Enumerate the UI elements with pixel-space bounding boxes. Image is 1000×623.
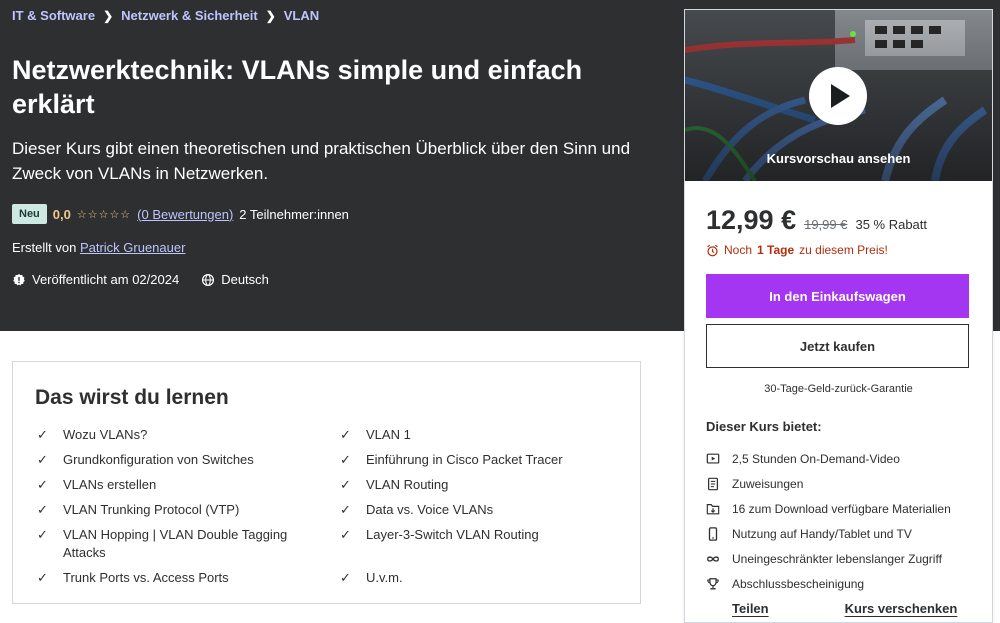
instructor-link[interactable]: Patrick Gruenauer — [80, 240, 186, 255]
published-date: Veröffentlicht am 02/2024 — [32, 272, 180, 287]
check-icon: ✓ — [37, 477, 48, 492]
check-icon: ✓ — [340, 527, 351, 542]
course-preview[interactable]: Kursvorschau ansehen — [685, 10, 992, 181]
price-row: 12,99 € 19,99 € 35 % Rabatt — [706, 205, 927, 236]
learn-item: ✓ Wozu VLANs? — [37, 427, 148, 442]
alarm-clock-icon — [707, 244, 718, 256]
star-rating-icon: ☆☆☆☆☆ — [76, 208, 132, 221]
trophy-icon — [707, 577, 719, 590]
learn-item: ✓ Einführung in Cisco Packet Tracer — [340, 452, 563, 467]
course-includes-title: Dieser Kurs bietet: — [706, 419, 822, 434]
breadcrumb-it-software[interactable]: IT & Software — [12, 8, 95, 23]
learn-item: ✓ Data vs. Voice VLANs — [340, 502, 494, 517]
learn-item: ✓ VLAN Trunking Protocol (VTP) — [37, 502, 240, 517]
check-icon: ✓ — [340, 427, 351, 442]
mobile-icon — [708, 526, 718, 541]
rating-row: Neu 0,0 ☆☆☆☆☆ (0 Bewertungen) 2 Teilnehm… — [12, 204, 349, 224]
rating-value: 0,0 — [52, 206, 71, 222]
check-icon: ✓ — [37, 527, 48, 542]
buy-now-button[interactable]: Jetzt kaufen — [706, 324, 969, 368]
original-price: 19,99 € — [804, 217, 848, 232]
video-icon — [706, 453, 720, 464]
learn-item: ✓ VLANs erstellen — [37, 477, 157, 492]
learn-item: ✓ Layer-3-Switch VLAN Routing — [340, 527, 539, 542]
breadcrumb: IT & Software ❯ Netzwerk & Sicherheit ❯ … — [12, 8, 319, 23]
assignment-icon — [708, 477, 718, 490]
play-button[interactable] — [809, 67, 867, 125]
course-title: Netzwerktechnik: VLANs simple und einfac… — [12, 55, 583, 119]
alert-badge-icon — [13, 273, 25, 286]
learn-item: ✓ Trunk Ports vs. Access Ports — [37, 570, 229, 585]
sidebar-links: Teilen Kurs verschenken — [706, 601, 976, 616]
participants-count: 2 Teilnehmer:innen — [239, 206, 349, 222]
breadcrumb-vlan[interactable]: VLAN — [284, 8, 319, 23]
money-back-guarantee: 30-Tage-Geld-zurück-Garantie — [764, 383, 913, 395]
course-includes-list: 2,5 Stunden On-Demand-Video Zuweisungen … — [706, 446, 976, 596]
ratings-link[interactable]: (0 Bewertungen) — [137, 207, 233, 222]
discount-label: 35 % Rabatt — [855, 217, 928, 232]
list-item: 16 zum Download verfügbare Materialien — [706, 496, 976, 521]
current-price: 12,99 € — [706, 205, 797, 235]
globe-icon — [202, 273, 215, 286]
course-meta: Veröffentlicht am 02/2024 Deutsch — [12, 272, 269, 287]
list-item: Uneingeschränkter lebenslanger Zugriff — [706, 546, 976, 571]
learn-item: ✓ Grundkonfiguration von Switches — [37, 452, 254, 467]
what-you-learn-title: Das wirst du lernen — [35, 386, 229, 409]
new-badge: Neu — [12, 204, 47, 224]
learn-item: ✓ VLAN Routing — [340, 477, 449, 492]
learn-item: ✓ VLAN 1 — [340, 427, 411, 442]
preview-label[interactable]: Kursvorschau ansehen — [685, 151, 992, 166]
list-item: Abschlussbescheinigung — [706, 571, 976, 596]
learn-item: ✓ VLAN Hopping | VLAN Double Tagging Atta… — [37, 527, 288, 560]
learn-item: ✓ U.v.m. — [340, 570, 403, 585]
download-icon — [706, 503, 720, 514]
gift-course-link[interactable]: Kurs verschenken — [845, 601, 958, 616]
check-icon: ✓ — [37, 502, 48, 517]
course-subtitle: Dieser Kurs gibt einen theoretischen und… — [12, 139, 631, 183]
created-by-label: Erstellt von — [12, 240, 77, 255]
add-to-cart-button[interactable]: In den Einkaufswagen — [706, 274, 969, 318]
what-you-learn-list-left: ✓ Wozu VLANs? ✓ Grundkonfiguration von Swi… — [35, 426, 305, 594]
course-language: Deutsch — [221, 272, 269, 287]
list-item: 2,5 Stunden On-Demand-Video — [706, 446, 976, 471]
created-by: Erstellt von Patrick Gruenauer — [12, 240, 185, 255]
what-you-learn-list-right: ✓ VLAN 1 ✓ Einführung in Cisco Packet Trac… — [338, 426, 608, 594]
check-icon: ✓ — [340, 452, 351, 467]
check-icon: ✓ — [340, 502, 351, 517]
share-link[interactable]: Teilen — [732, 601, 769, 616]
what-you-learn-box: Das wirst du lernen ✓ Wozu VLANs? ✓ Grundk… — [12, 361, 641, 604]
check-icon: ✓ — [340, 570, 351, 585]
check-icon: ✓ — [340, 477, 351, 492]
play-icon — [831, 84, 850, 108]
infinity-icon — [707, 555, 719, 562]
chevron-right-icon: ❯ — [265, 8, 276, 23]
check-icon: ✓ — [37, 427, 48, 442]
list-item: Nutzung auf Handy/Tablet und TV — [706, 521, 976, 546]
check-icon: ✓ — [37, 570, 48, 585]
list-item: Zuweisungen — [706, 471, 976, 496]
check-icon: ✓ — [37, 452, 48, 467]
chevron-right-icon: ❯ — [103, 8, 114, 23]
breadcrumb-network-security[interactable]: Netzwerk & Sicherheit — [121, 8, 258, 23]
price-deadline: Noch 1 Tage zu diesem Preis! — [706, 243, 888, 257]
purchase-sidebar: Kursvorschau ansehen 12,99 € 19,99 € 35 … — [684, 9, 993, 623]
